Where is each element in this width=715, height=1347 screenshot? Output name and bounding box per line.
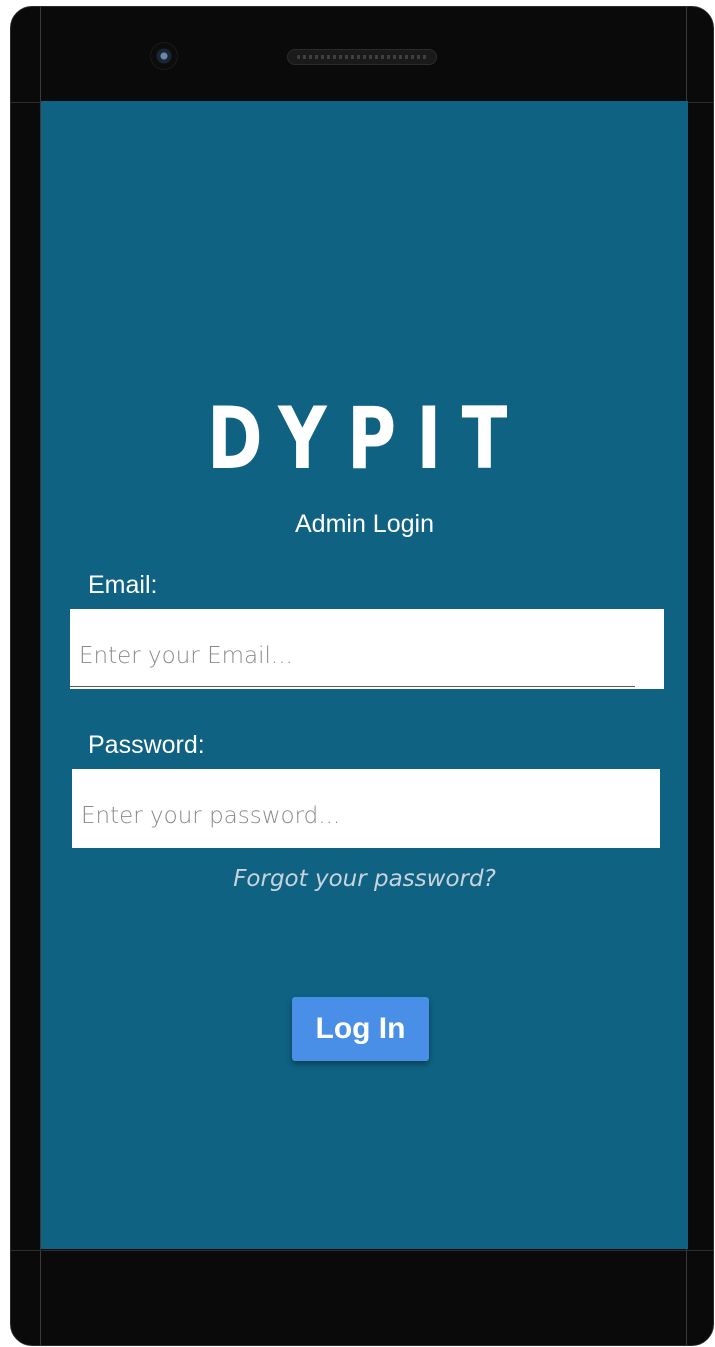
login-button[interactable]: Log In bbox=[292, 997, 429, 1061]
email-field-underline bbox=[70, 686, 635, 687]
password-field-container[interactable] bbox=[72, 769, 660, 848]
email-field[interactable] bbox=[79, 633, 629, 679]
login-screen: DYPIT Admin Login Email: Password: Forgo… bbox=[41, 101, 688, 1249]
email-label: Email: bbox=[88, 571, 158, 599]
password-field[interactable] bbox=[81, 793, 631, 839]
app-logo: DYPIT bbox=[207, 389, 528, 489]
forgot-password-link[interactable]: Forgot your password? bbox=[41, 866, 688, 892]
phone-frame-bottom-divider bbox=[11, 1250, 713, 1251]
earpiece-speaker-icon bbox=[287, 49, 437, 65]
email-field-container[interactable] bbox=[70, 609, 664, 689]
front-camera-icon bbox=[151, 43, 177, 69]
page-title: Admin Login bbox=[295, 510, 434, 538]
password-label: Password: bbox=[88, 731, 205, 759]
